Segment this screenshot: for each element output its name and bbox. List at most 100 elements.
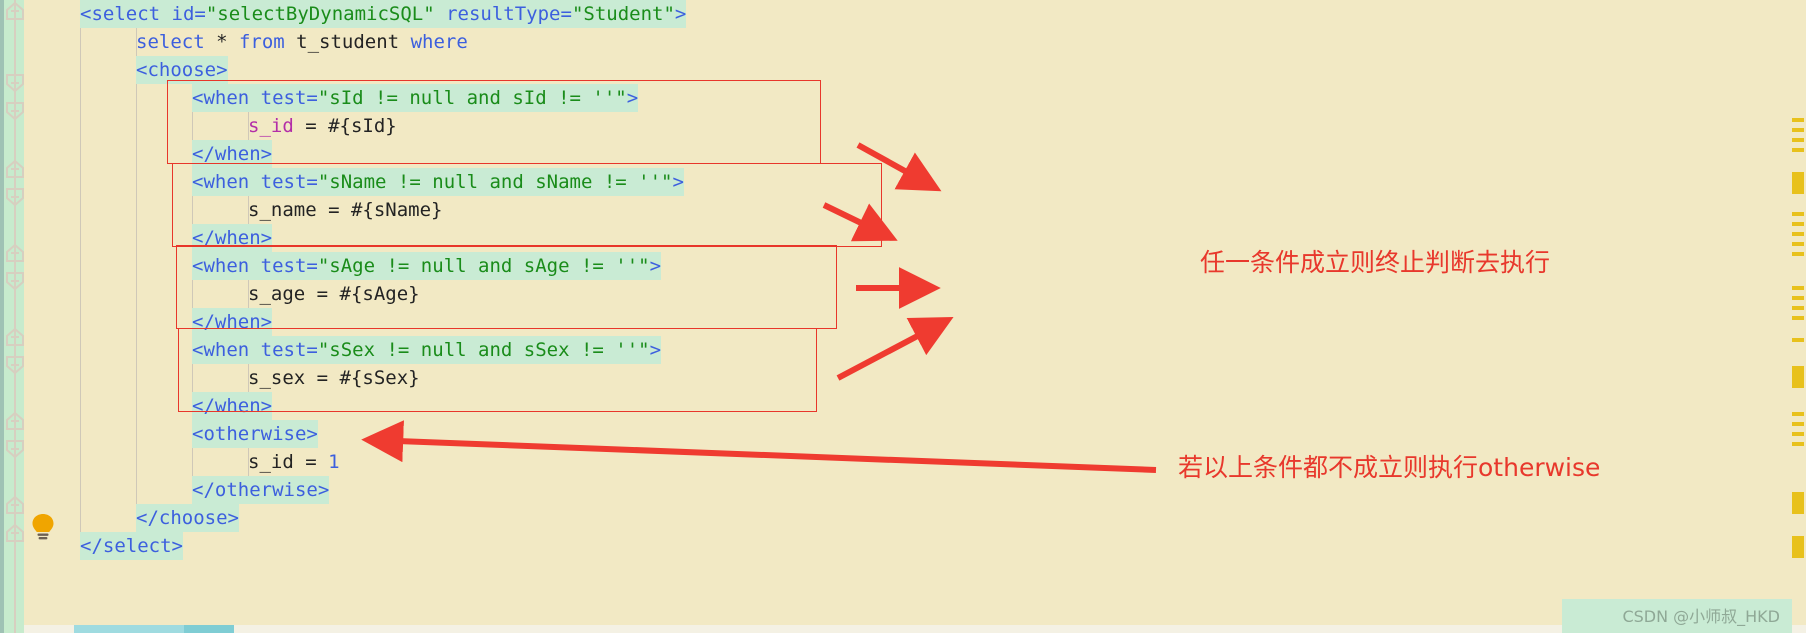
code-line-text: s_id = #{sId} [248,112,397,140]
code-line-text: <when test="sId != null and sId != ''"> [192,84,639,112]
scroll-marker [1792,118,1804,122]
code-token: > [626,87,639,109]
code-token: s_id [248,115,294,137]
code-line[interactable]: </when> [0,392,1806,420]
code-line[interactable]: select * from t_student where [0,28,1806,56]
code-token: </otherwise> [192,479,330,501]
code-line[interactable]: </choose> [0,504,1806,532]
indent-guide [192,448,193,476]
scrollbar-thumb[interactable] [74,625,184,633]
scroll-marker [1792,306,1804,310]
code-token: s_sex = #{sSex} [248,367,420,389]
scroll-marker [1792,366,1804,388]
code-line-text: <select id="selectByDynamicSQL" resultTy… [80,0,687,28]
indent-guide [80,336,81,364]
scroll-marker [1792,286,1804,290]
indent-guide [136,252,137,280]
scroll-marker [1792,296,1804,300]
code-token: "sAge != null and sAge != ''" [317,255,650,277]
scroll-marker [1792,316,1804,320]
code-token: "sName != null and sName != ''" [317,171,673,193]
code-line-text: </when> [192,392,273,420]
indent-guide [80,28,81,56]
code-line[interactable]: </when> [0,308,1806,336]
code-line-text: </choose> [136,504,239,532]
indent-guide [80,168,81,196]
indent-guide [80,252,81,280]
code-line-text: select * from t_student where [136,28,468,56]
indent-guide [136,168,137,196]
code-token: test= [260,87,318,109]
indent-guide [80,420,81,448]
code-line[interactable]: </select> [0,532,1806,560]
code-token: <when [192,87,250,109]
scroll-marker [1792,536,1804,558]
code-token: </when> [192,395,273,417]
indent-guide [80,476,81,504]
code-line[interactable]: <when test="sName != null and sName != '… [0,168,1806,196]
indent-guide [136,476,137,504]
code-line[interactable]: s_id = #{sId} [0,112,1806,140]
indent-guide [136,308,137,336]
indent-guide [136,280,137,308]
indent-guide [80,308,81,336]
indent-guide [80,392,81,420]
indent-guide [136,336,137,364]
editor-scrollbar-vertical[interactable] [1792,0,1806,633]
indent-guide [136,448,137,476]
code-token: "sId != null and sId != ''" [317,87,627,109]
indent-guide [136,84,137,112]
scroll-marker [1792,252,1804,256]
code-token: <when [192,171,250,193]
code-token: > [649,255,662,277]
scroll-marker [1792,128,1804,132]
scroll-marker [1792,338,1804,342]
code-token: </select> [80,535,183,557]
code-line-text: <otherwise> [192,420,318,448]
code-line-text: <when test="sName != null and sName != '… [192,168,684,196]
code-line[interactable]: </when> [0,140,1806,168]
code-line-text: </when> [192,140,273,168]
indent-guide [136,420,137,448]
scroll-marker [1792,138,1804,142]
code-token: > [674,3,687,25]
indent-guide [80,56,81,84]
scroll-marker [1792,222,1804,226]
indent-guide [136,196,137,224]
scroll-marker [1792,442,1804,446]
code-token: <when [192,339,250,361]
code-line[interactable]: s_age = #{sAge} [0,280,1806,308]
code-token: test= [260,255,318,277]
code-token: </when> [192,143,273,165]
code-token: "sSex != null and sSex != ''" [317,339,650,361]
code-line[interactable]: <select id="selectByDynamicSQL" resultTy… [0,0,1806,28]
scroll-marker [1792,492,1804,514]
code-token: <choose> [136,59,228,81]
code-line[interactable]: s_name = #{sName} [0,196,1806,224]
scrollbar-thumb-overlay[interactable] [184,625,234,633]
scroll-marker [1792,212,1804,216]
code-line[interactable]: s_sex = #{sSex} [0,364,1806,392]
code-token: "Student" [571,3,675,25]
code-token: test= [260,339,318,361]
code-text-area[interactable]: <select id="selectByDynamicSQL" resultTy… [0,0,1806,633]
code-line[interactable]: <otherwise> [0,420,1806,448]
code-token: </when> [192,311,273,333]
code-line[interactable]: <when test="sSex != null and sSex != ''"… [0,336,1806,364]
indent-guide [80,504,81,532]
indent-guide [80,112,81,140]
code-line[interactable]: <when test="sId != null and sId != ''"> [0,84,1806,112]
indent-guide [136,112,137,140]
indent-guide [136,364,137,392]
indent-guide [136,392,137,420]
code-line-text: <when test="sSex != null and sSex != ''"… [192,336,662,364]
code-line-text: </otherwise> [192,476,330,504]
indent-guide [136,224,137,252]
code-token: = #{sId} [293,115,397,137]
indent-guide [80,84,81,112]
code-line[interactable]: <choose> [0,56,1806,84]
editor-scrollbar-horizontal[interactable] [24,625,1806,633]
